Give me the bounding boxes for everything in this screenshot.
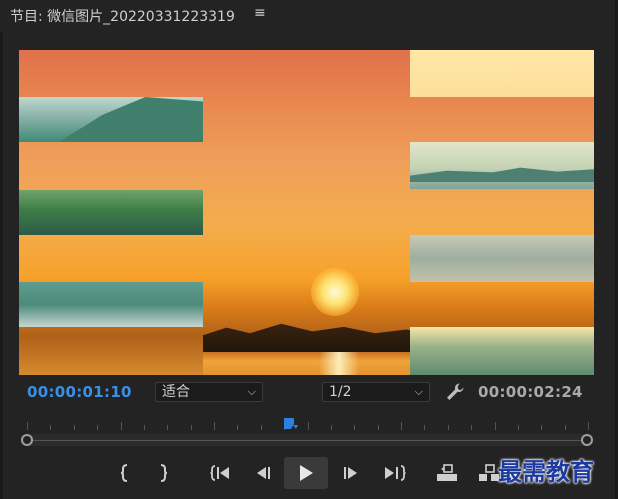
ruler-tick [97,425,99,430]
ruler-tick [354,425,356,430]
panel-title[interactable]: 节目: 微信图片_20220331223319 [10,6,235,26]
playback-resolution-value: 1/2 [329,384,352,400]
ruler-tick [214,422,215,430]
ruler-tick [307,422,309,430]
go-to-in-button[interactable] [206,458,236,488]
chevron-down-icon: ⌵ [247,385,256,398]
ruler-tick [237,425,239,430]
zoom-scrollbar-left-handle[interactable] [21,434,33,446]
panel-menu-icon[interactable]: ≡ [254,5,266,21]
wrench-icon[interactable] [444,381,466,403]
transition-strip-left-2 [19,190,203,235]
ruler-tick [447,425,449,430]
ruler-tick [27,422,28,430]
mini-timeline[interactable] [0,410,618,452]
transition-strip-left-3 [19,282,203,327]
ruler-tick [517,425,519,430]
transition-strip-left-1 [19,97,203,142]
zoom-scrollbar-line [32,440,583,441]
mark-in-button[interactable] [110,458,140,488]
step-forward-button[interactable] [336,458,366,488]
zoom-scrollbar-right-handle[interactable] [581,434,593,446]
program-preview[interactable] [19,50,594,375]
time-ruler[interactable] [27,422,589,432]
watermark-logo: 最需教育 [498,457,594,486]
ruler-tick [143,425,145,430]
ruler-tick [330,425,332,430]
transition-strip-right-2 [410,235,594,282]
ruler-tick [588,422,589,430]
ruler-tick [50,425,52,430]
ruler-tick [471,425,473,430]
lift-button[interactable] [432,458,462,488]
monitor-controls-row: 00:00:01:10 适合 ⌵ 1/2 ⌵ 00:00:02:24 [0,376,618,408]
ruler-tick [424,425,426,430]
ruler-tick [494,422,496,430]
ruler-tick [401,422,402,430]
mark-out-button[interactable] [148,458,178,488]
ruler-tick [167,425,169,430]
transition-strip-right-3 [410,327,594,375]
go-to-out-button[interactable] [380,458,410,488]
ruler-tick [260,425,262,430]
duration-timecode: 00:00:02:24 [478,383,583,401]
transition-strip-right-0 [410,50,594,97]
chevron-down-icon: ⌵ [414,385,423,398]
ruler-tick [120,422,122,430]
preview-sun [311,268,359,316]
play-button[interactable] [284,457,328,489]
ruler-tick [73,425,75,430]
panel-header: 节目: 微信图片_20220331223319 ≡ [0,0,618,34]
zoom-level-value: 适合 [162,384,190,400]
current-timecode[interactable]: 00:00:01:10 [27,383,132,401]
ruler-tick [190,425,192,430]
ruler-tick [377,425,379,430]
preview-sun-reflection [319,352,359,375]
ruler-tick [564,425,566,430]
playhead-marker[interactable] [283,416,299,430]
ruler-tick [541,425,543,430]
zoom-level-select[interactable]: 适合 ⌵ [155,382,263,402]
transition-strip-right-1 [410,142,594,189]
step-back-button[interactable] [248,458,278,488]
playback-resolution-select[interactable]: 1/2 ⌵ [322,382,430,402]
